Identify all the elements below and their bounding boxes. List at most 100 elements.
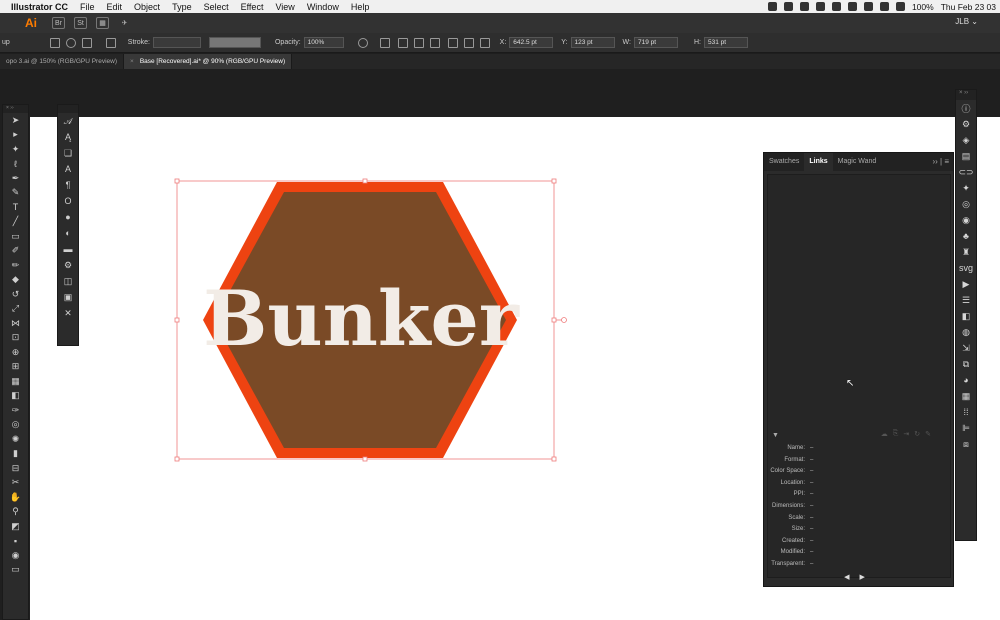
- width-input[interactable]: 719 pt: [633, 37, 678, 48]
- properties-icon[interactable]: ⚙: [956, 116, 976, 132]
- battery-percent[interactable]: 100%: [912, 2, 934, 12]
- workspace-switcher[interactable]: JLB ⌄: [955, 17, 978, 26]
- status-icon[interactable]: [783, 2, 793, 11]
- puppet-icon[interactable]: ♜: [956, 244, 976, 260]
- y-input[interactable]: 123 pt: [570, 37, 615, 48]
- glyphs-icon[interactable]: ❏: [58, 145, 78, 161]
- panel-menu-icon[interactable]: ›› | ≡: [932, 153, 949, 171]
- align-center-icon[interactable]: [413, 37, 424, 48]
- stock-button[interactable]: St: [74, 17, 87, 29]
- slice-tool-icon[interactable]: ✂: [3, 476, 28, 491]
- opacity-input[interactable]: 100%: [303, 37, 344, 48]
- status-icon[interactable]: [831, 2, 841, 11]
- arrange-documents-icon[interactable]: ▦: [96, 17, 109, 29]
- svg-interactivity-icon[interactable]: svg: [956, 260, 976, 276]
- menu-object[interactable]: Object: [134, 2, 160, 12]
- line-tool-icon[interactable]: ╱: [3, 215, 28, 230]
- graph-tool-icon[interactable]: ▮: [3, 447, 28, 462]
- color-mode-icon[interactable]: ▪: [3, 534, 28, 549]
- screen-mode-icon[interactable]: ▭: [3, 563, 28, 578]
- shaper-tool-icon[interactable]: ✏: [3, 258, 28, 273]
- paintbrush-tool-icon[interactable]: ✐: [3, 244, 28, 259]
- align-right-icon[interactable]: [429, 37, 440, 48]
- constrain-proportions-icon[interactable]: [684, 38, 690, 48]
- align-bottom-icon[interactable]: [479, 37, 490, 48]
- panel-header[interactable]: × ››: [3, 105, 28, 113]
- curvature-tool-icon[interactable]: ✎: [3, 186, 28, 201]
- artboards-icon[interactable]: ⧉: [956, 356, 976, 372]
- mesh-tool-icon[interactable]: ▦: [3, 374, 28, 389]
- transform-icon[interactable]: [49, 37, 60, 48]
- transform-panel-icon[interactable]: ⧈: [956, 436, 976, 452]
- magic-wand-icon[interactable]: ✦: [956, 180, 976, 196]
- links-icon[interactable]: ⊂⊃: [956, 164, 976, 180]
- status-icon[interactable]: [799, 2, 809, 11]
- fill-swatch[interactable]: [81, 37, 92, 48]
- edit-original-icon[interactable]: ✎: [925, 430, 931, 438]
- reference-point-icon[interactable]: [65, 37, 76, 48]
- height-input[interactable]: 531 pt: [703, 37, 748, 48]
- align-top-icon[interactable]: [447, 37, 458, 48]
- clock[interactable]: Thu Feb 23 03: [941, 2, 996, 12]
- align-to-icon[interactable]: [379, 37, 390, 48]
- zoom-tool-icon[interactable]: ⚲: [3, 505, 28, 520]
- image-trace-icon[interactable]: ▣: [58, 289, 78, 305]
- tab-swatches[interactable]: Swatches: [764, 153, 804, 171]
- type-tool-icon[interactable]: T: [3, 200, 28, 215]
- menu-edit[interactable]: Edit: [107, 2, 123, 12]
- character-styles-icon[interactable]: 𝒜: [58, 113, 78, 129]
- update-link-icon[interactable]: ↻: [914, 430, 920, 438]
- swatches-icon[interactable]: ▦: [956, 388, 976, 404]
- hand-tool-icon[interactable]: ✋: [3, 490, 28, 505]
- perspective-grid-tool-icon[interactable]: ⊞: [3, 360, 28, 375]
- color-icon[interactable]: ◕: [956, 372, 976, 388]
- layers-icon[interactable]: ◈: [956, 132, 976, 148]
- pen-tool-icon[interactable]: ✒: [3, 171, 28, 186]
- gradient-tool-icon[interactable]: ◧: [3, 389, 28, 404]
- close-icon[interactable]: ×: [130, 58, 134, 65]
- shape-builder-tool-icon[interactable]: ⊕: [3, 345, 28, 360]
- libraries-icon[interactable]: ▤: [956, 148, 976, 164]
- panel-header[interactable]: [58, 105, 78, 113]
- eraser-tool-icon[interactable]: ◆: [3, 273, 28, 288]
- direct-selection-tool-icon[interactable]: ▸: [3, 128, 28, 143]
- status-icon[interactable]: [815, 2, 825, 11]
- recolor-artwork-icon[interactable]: [357, 37, 368, 48]
- align-left-icon[interactable]: [397, 37, 408, 48]
- wifi-icon[interactable]: [879, 2, 889, 11]
- panel-header[interactable]: × ››: [956, 90, 976, 100]
- pathfinder-icon[interactable]: ✕: [58, 305, 78, 321]
- gradient-panel-icon[interactable]: ◧: [956, 308, 976, 324]
- transparency-icon[interactable]: ◍: [956, 324, 976, 340]
- menu-help[interactable]: Help: [351, 2, 370, 12]
- next-link-icon[interactable]: ▶: [860, 574, 875, 581]
- paragraph-icon[interactable]: ¶: [58, 177, 78, 193]
- scale-tool-icon[interactable]: ⤢: [3, 302, 28, 317]
- drawing-mode-icon[interactable]: ◉: [3, 548, 28, 563]
- graphic-styles-icon[interactable]: ◐: [58, 225, 78, 241]
- appearance-icon[interactable]: ●: [58, 209, 78, 225]
- variable-width-profile[interactable]: [208, 37, 261, 48]
- selection-tool-icon[interactable]: ➤: [3, 113, 28, 128]
- tab-document-2[interactable]: × Base [Recovered].ai* @ 90% (RGB/GPU Pre…: [124, 54, 293, 69]
- eyedropper-tool-icon[interactable]: ✑: [3, 403, 28, 418]
- app-menu[interactable]: Illustrator CC: [11, 2, 68, 12]
- menu-window[interactable]: Window: [307, 2, 339, 12]
- menu-effect[interactable]: Effect: [241, 2, 264, 12]
- artboard-tool-icon[interactable]: ⊟: [3, 461, 28, 476]
- creative-cloud-icon[interactable]: [767, 2, 777, 11]
- blend-tool-icon[interactable]: ◎: [3, 418, 28, 433]
- distribute-icon[interactable]: ⊫: [956, 420, 976, 436]
- tab-document-1[interactable]: opo 3.ai @ 150% (RGB/GPU Preview): [0, 54, 125, 69]
- go-to-link-icon[interactable]: ⇥: [903, 430, 909, 438]
- volume-icon[interactable]: [895, 2, 905, 11]
- opentype-icon[interactable]: O: [58, 193, 78, 209]
- actions-play-icon[interactable]: ▶: [956, 276, 976, 292]
- menu-select[interactable]: Select: [204, 2, 229, 12]
- club-symbol-icon[interactable]: ♣: [956, 228, 976, 244]
- export-icon[interactable]: ⇲: [956, 340, 976, 356]
- lasso-tool-icon[interactable]: ℓ: [3, 157, 28, 172]
- previous-link-icon[interactable]: ◀: [844, 574, 859, 581]
- stroke-weight-input[interactable]: [152, 37, 201, 48]
- relink-icon[interactable]: ⎘: [893, 430, 899, 438]
